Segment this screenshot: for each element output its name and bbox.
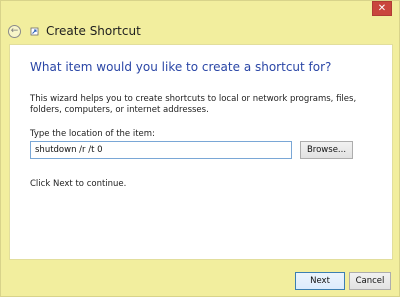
back-button[interactable]: ← <box>8 25 21 38</box>
location-input[interactable] <box>30 141 292 159</box>
cancel-button[interactable]: Cancel <box>349 272 391 290</box>
page-heading: What item would you like to create a sho… <box>30 60 332 74</box>
close-button[interactable]: ✕ <box>372 1 392 16</box>
wizard-content: What item would you like to create a sho… <box>9 44 393 260</box>
back-arrow-icon: ← <box>10 26 19 36</box>
create-shortcut-window: ✕ ← Create Shortcut What item would you … <box>0 0 400 297</box>
location-label: Type the location of the item: <box>30 129 155 139</box>
continue-hint: Click Next to continue. <box>30 179 127 189</box>
browse-button[interactable]: Browse... <box>300 141 353 159</box>
window-title: Create Shortcut <box>46 24 141 38</box>
shortcut-wizard-icon <box>30 27 39 36</box>
next-button[interactable]: Next <box>295 272 345 290</box>
title-bar: ✕ ← Create Shortcut <box>1 1 399 41</box>
wizard-description: This wizard helps you to create shortcut… <box>30 94 357 115</box>
wizard-footer: Next Cancel <box>1 261 399 297</box>
close-icon: ✕ <box>377 3 387 14</box>
